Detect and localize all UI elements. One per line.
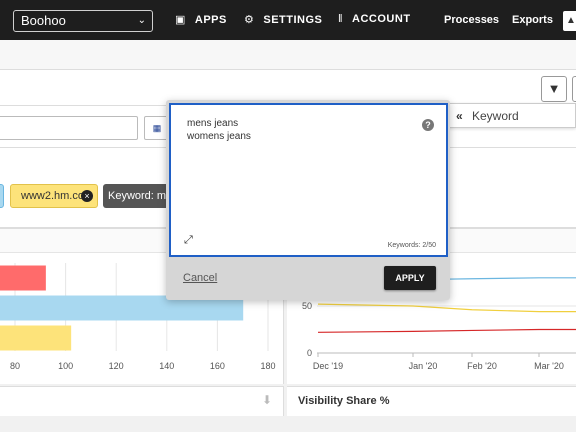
bar-x-tick-label: 100 [58, 361, 73, 371]
nav-settings-label: SETTINGS [263, 14, 323, 26]
cancel-button[interactable]: Cancel [183, 272, 217, 284]
filter-chip-domain[interactable]: www2.hm.com × [10, 184, 98, 208]
user-menu-button[interactable]: ▲ [563, 11, 576, 31]
line-y-tick-label: 0 [307, 348, 312, 358]
link-exports[interactable]: Exports [512, 14, 553, 26]
nav-account[interactable]: ‖ ACCOUNT [338, 13, 411, 25]
sliders-icon: ‖ [338, 13, 344, 25]
link-processes[interactable]: Processes [444, 14, 499, 26]
keyword-count: Keywords: 2/50 [387, 242, 436, 249]
keyword-textarea[interactable]: mens jeans womens jeans ? ⤢ Keywords: 2/… [169, 103, 448, 257]
account-select[interactable]: Boohoo ⌄ [13, 10, 153, 32]
nav-account-label: ACCOUNT [352, 13, 411, 25]
keyword-panel-label: Keyword [472, 109, 519, 123]
filter-chip-keyword-label: Keyword: mens jeans [108, 190, 173, 202]
visibility-share-title: Visibility Share % [298, 395, 390, 407]
download-icon[interactable]: ⬇ [262, 393, 272, 407]
filter-icon: ▼ [547, 81, 561, 96]
top-bar: Boohoo ⌄ ▣ APPS ⚙ SETTINGS ‖ ACCOUNT Proces… [0, 0, 576, 40]
bottom-left-panel-header [0, 386, 284, 416]
toolbar-edge-button[interactable] [572, 76, 576, 102]
keyword-panel[interactable]: « Keyword [448, 103, 576, 128]
close-icon[interactable]: × [81, 190, 93, 202]
filter-chip-cyan[interactable] [0, 184, 4, 208]
keyword-line: womens jeans [187, 131, 251, 142]
line-x-tick-label: Dec '19 [313, 361, 343, 371]
line-x-tick-label: Feb '20 [467, 361, 497, 371]
keyword-list: mens jeans womens jeans [187, 117, 251, 143]
bar [0, 265, 46, 291]
bar [0, 325, 72, 351]
line-series [317, 303, 576, 313]
chevrons-left-icon: « [456, 109, 463, 123]
expand-icon[interactable]: ⤢ [184, 234, 193, 247]
bar-x-tick-label: 80 [10, 361, 20, 371]
line-y-tick-label: 50 [302, 301, 312, 311]
line-series [317, 328, 576, 333]
nav-settings[interactable]: ⚙ SETTINGS [244, 13, 322, 26]
chevron-down-icon: ⌄ [137, 15, 146, 26]
sub-header [0, 40, 576, 70]
bar-x-tick-label: 140 [159, 361, 174, 371]
help-icon[interactable]: ? [422, 119, 434, 131]
gear-icon: ⚙ [244, 14, 255, 26]
line-x-tick-label: Mar '20 [534, 361, 564, 371]
nav-apps-label: APPS [194, 14, 227, 26]
account-select-label: Boohoo [21, 13, 66, 28]
apply-button[interactable]: APPLY [384, 266, 436, 290]
bar-x-tick-label: 180 [260, 361, 275, 371]
apps-icon: ▣ [175, 14, 186, 26]
line-x-tick-label: Jan '20 [409, 361, 438, 371]
filter-chip-keyword[interactable]: Keyword: mens jeans [103, 184, 173, 208]
bar-x-tick-label: 160 [210, 361, 225, 371]
search-input[interactable] [0, 116, 138, 140]
keyword-line: mens jeans [187, 118, 239, 129]
bar-x-tick-label: 120 [109, 361, 124, 371]
filter-button[interactable]: ▼ [541, 76, 567, 102]
nav-apps[interactable]: ▣ APPS [175, 13, 227, 26]
